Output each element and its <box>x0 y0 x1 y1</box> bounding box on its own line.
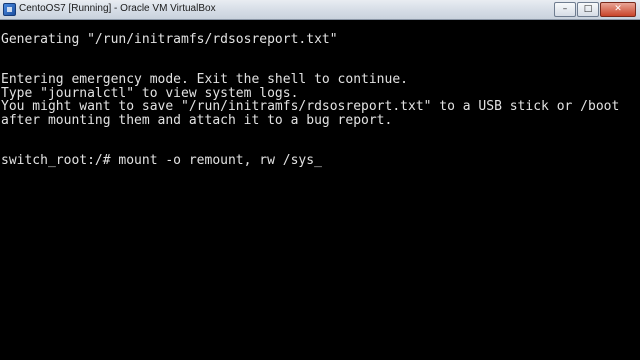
text-cursor: _ <box>314 153 322 168</box>
console-line: after mounting them and attach it to a b… <box>1 113 393 128</box>
shell-command: switch_root:/# mount -o remount, rw /sys <box>1 153 315 168</box>
title-bar[interactable]: CentoOS7 [Running] - Oracle VM VirtualBo… <box>0 0 640 20</box>
virtualbox-window: CentoOS7 [Running] - Oracle VM VirtualBo… <box>0 0 640 360</box>
console-line: Entering emergency mode. Exit the shell … <box>1 72 408 87</box>
virtualbox-icon <box>3 3 16 16</box>
window-controls: – □ ✕ <box>554 2 636 18</box>
console-line: Generating "/run/initramfs/rdsosreport.t… <box>1 32 338 47</box>
close-button[interactable]: ✕ <box>600 2 636 17</box>
console-line: You might want to save "/run/initramfs/r… <box>1 99 620 114</box>
shell-prompt-line: switch_root:/# mount -o remount, rw /sys… <box>1 154 322 168</box>
maximize-button[interactable]: □ <box>577 2 599 17</box>
window-title: CentoOS7 [Running] - Oracle VM VirtualBo… <box>19 3 216 14</box>
minimize-button[interactable]: – <box>554 2 576 17</box>
vm-console-screen[interactable]: Generating "/run/initramfs/rdsosreport.t… <box>0 21 640 360</box>
